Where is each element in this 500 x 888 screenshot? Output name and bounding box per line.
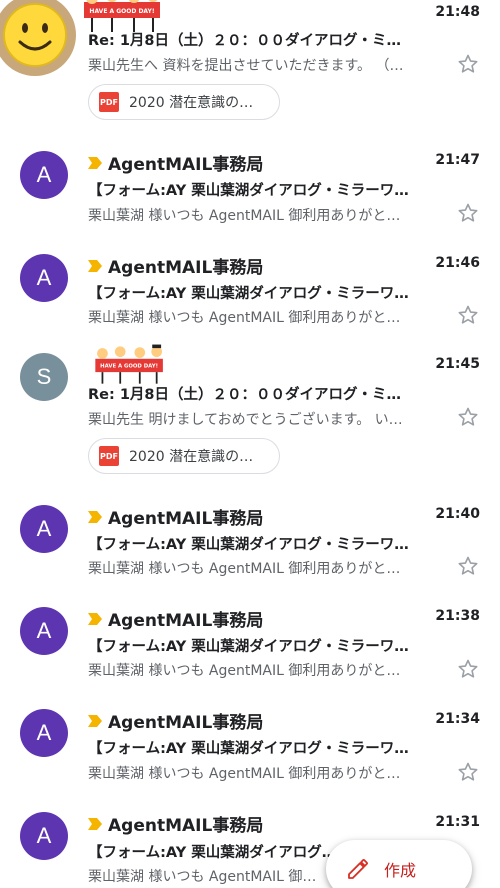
email-time: 21:38 — [435, 608, 480, 624]
attachment-name: 2020 潜在意識の… — [129, 95, 254, 111]
email-snippet: 栗山葉湖 様いつも AgentMAIL 御利用ありがと… — [88, 208, 401, 224]
email-row[interactable]: A AgentMAIL事務局 21:46 【フォーム:AY 栗山葉湖ダイアログ・… — [0, 249, 500, 345]
sender-name: AgentMAIL事務局 — [108, 713, 264, 733]
email-row[interactable]: A AgentMAIL事務局 21:47 【フォーム:AY 栗山葉湖ダイアログ・… — [0, 146, 500, 242]
sender-name: AgentMAIL事務局 — [108, 611, 264, 631]
email-row[interactable]: S HAVE A GOOD DAY! 21:45 Re: 1月8日（土）２０：０… — [0, 344, 500, 480]
email-sender: AgentMAIL事務局 — [88, 708, 263, 733]
avatar[interactable]: A — [20, 607, 68, 655]
compose-button[interactable]: 作成 — [326, 840, 472, 888]
email-time: 21:46 — [435, 255, 480, 271]
email-time: 21:48 — [435, 4, 480, 20]
email-subject: 【フォーム:AY 栗山葉湖ダイアログ・ミラーワ… — [88, 639, 409, 655]
avatar[interactable]: S — [20, 353, 68, 401]
avatar[interactable]: A — [20, 812, 68, 860]
email-snippet: 栗山葉湖 様いつも AgentMAIL 御利用ありがと… — [88, 310, 401, 326]
email-row[interactable]: HAVE A GOOD DAY! 21:48 Re: 1月8日（土）２０：００ダ… — [0, 0, 500, 130]
email-sender: AgentMAIL事務局 — [88, 606, 263, 631]
important-marker-icon — [88, 817, 102, 830]
important-marker-icon — [88, 510, 102, 523]
important-marker-icon — [88, 156, 102, 169]
avatar[interactable]: A — [20, 151, 68, 199]
avatar[interactable]: A — [20, 254, 68, 302]
email-time: 21:31 — [435, 814, 480, 830]
email-snippet: 栗山葉湖 様いつも AgentMAIL 御利用ありがと… — [88, 766, 401, 782]
star-icon[interactable] — [456, 52, 480, 76]
important-marker-icon — [88, 714, 102, 727]
attachment-chip[interactable]: PDF 2020 潜在意識の… — [88, 438, 280, 474]
email-sender: AgentMAIL事務局 — [88, 504, 263, 529]
star-icon[interactable] — [456, 657, 480, 681]
avatar[interactable] — [0, 0, 76, 76]
sticker-text: HAVE A GOOD DAY! — [100, 364, 158, 370]
email-snippet: 栗山先生 明けましておめでとうございます。 い… — [88, 412, 403, 428]
email-snippet: 栗山葉湖 様いつも AgentMAIL 御利用ありがと… — [88, 663, 401, 679]
email-time: 21:34 — [435, 711, 480, 727]
star-icon[interactable] — [456, 554, 480, 578]
email-subject: 【フォーム:AY 栗山葉湖ダイアログ・ミ… — [88, 845, 338, 861]
sender-name: AgentMAIL事務局 — [108, 509, 264, 529]
email-subject: 【フォーム:AY 栗山葉湖ダイアログ・ミラーワ… — [88, 286, 409, 302]
email-snippet: 栗山先生へ 資料を提出させていただきます。 （… — [88, 58, 404, 74]
important-marker-icon — [88, 612, 102, 625]
email-subject: 【フォーム:AY 栗山葉湖ダイアログ・ミラーワ… — [88, 537, 409, 553]
email-sender: AgentMAIL事務局 — [88, 253, 263, 278]
email-sender: AgentMAIL事務局 — [88, 811, 263, 836]
star-icon[interactable] — [456, 405, 480, 429]
sticker-text: HAVE A GOOD DAY! — [89, 8, 154, 15]
email-row[interactable]: A AgentMAIL事務局 21:40 【フォーム:AY 栗山葉湖ダイアログ・… — [0, 500, 500, 596]
sender-name: AgentMAIL事務局 — [108, 816, 264, 836]
email-snippet: 栗山葉湖 様いつも AgentMAIL 御… — [88, 869, 317, 885]
attachment-chip[interactable]: PDF 2020 潜在意識の… — [88, 84, 280, 120]
pdf-icon: PDF — [99, 446, 119, 466]
pencil-icon — [348, 859, 368, 879]
sender-name: AgentMAIL事務局 — [108, 258, 264, 278]
sticker-image: HAVE A GOOD DAY! — [95, 344, 163, 384]
attachment-name: 2020 潜在意識の… — [129, 449, 254, 465]
important-marker-icon — [88, 259, 102, 272]
email-row[interactable]: A AgentMAIL事務局 21:34 【フォーム:AY 栗山葉湖ダイアログ・… — [0, 706, 500, 802]
email-subject: Re: 1月8日（土）２０：００ダイアログ・ミ… — [88, 33, 402, 49]
avatar[interactable]: A — [20, 505, 68, 553]
email-snippet: 栗山葉湖 様いつも AgentMAIL 御利用ありがと… — [88, 561, 401, 577]
email-time: 21:40 — [435, 506, 480, 522]
email-time: 21:45 — [435, 356, 480, 372]
email-subject: Re: 1月8日（土）２０：００ダイアログ・ミ… — [88, 387, 402, 403]
email-time: 21:47 — [435, 152, 480, 168]
compose-label: 作成 — [384, 861, 417, 880]
avatar[interactable]: A — [20, 709, 68, 757]
pdf-icon: PDF — [99, 92, 119, 112]
star-icon[interactable] — [456, 760, 480, 784]
smiley-icon — [3, 3, 67, 67]
email-row[interactable]: A AgentMAIL事務局 21:38 【フォーム:AY 栗山葉湖ダイアログ・… — [0, 603, 500, 699]
email-sender: AgentMAIL事務局 — [88, 150, 263, 175]
star-icon[interactable] — [456, 201, 480, 225]
email-subject: 【フォーム:AY 栗山葉湖ダイアログ・ミラーワ… — [88, 741, 409, 757]
email-subject: 【フォーム:AY 栗山葉湖ダイアログ・ミラーワ… — [88, 183, 409, 199]
sender-name: AgentMAIL事務局 — [108, 155, 264, 175]
star-icon[interactable] — [456, 303, 480, 327]
